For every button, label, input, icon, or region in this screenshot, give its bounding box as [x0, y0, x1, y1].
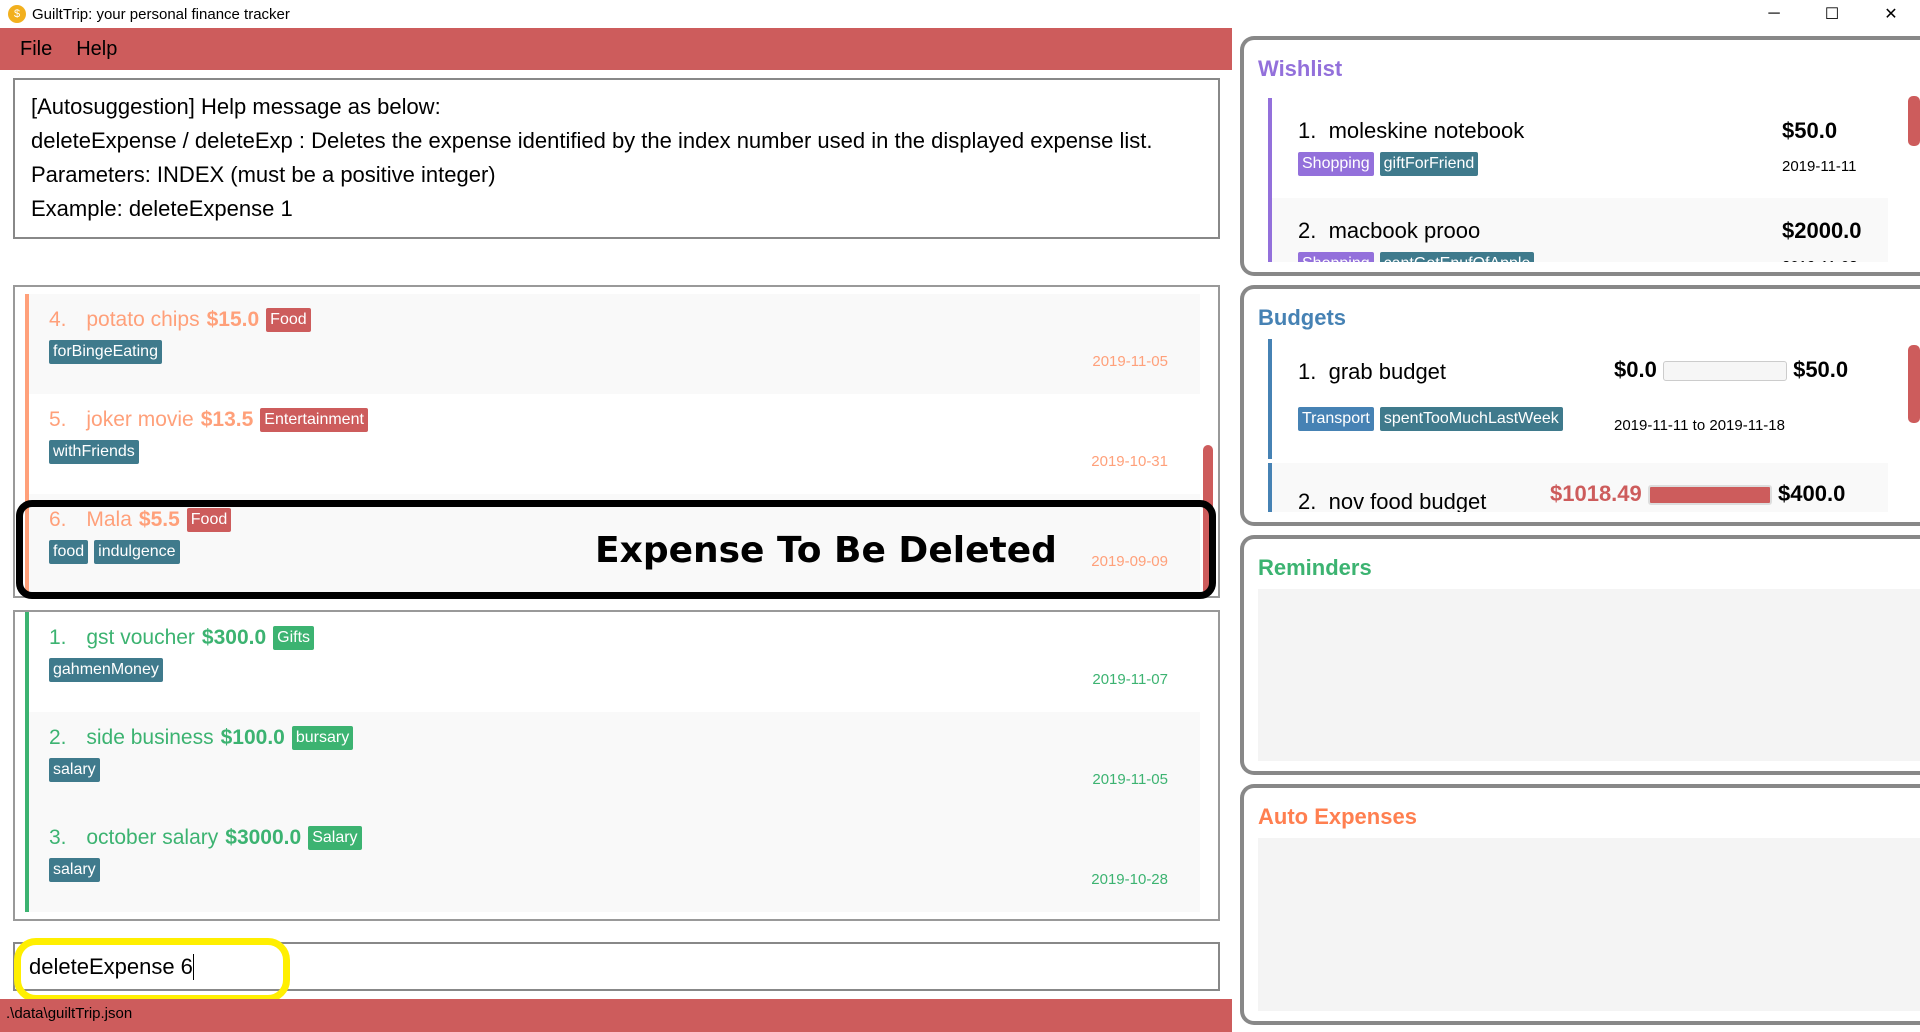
entry-amount: $3000.0 [225, 826, 302, 849]
budget-index: 1. [1298, 359, 1317, 384]
entry-amount: $100.0 [220, 726, 285, 749]
wish-category-tag: Shopping [1298, 152, 1374, 176]
entry-amount: $13.5 [200, 408, 254, 431]
income-list: 1. gst voucher $300.0 Gifts gahmenMoney 2019… [13, 610, 1220, 921]
budgets-title: Budgets [1258, 305, 1346, 330]
budget-spent: $0.0 [1614, 357, 1657, 382]
entry-tag: gahmenMoney [49, 658, 163, 682]
entry-name: october salary [86, 826, 219, 849]
close-button[interactable]: ✕ [1862, 0, 1920, 28]
wish-index: 2. [1298, 218, 1317, 243]
auto-expenses-title: Auto Expenses [1258, 804, 1417, 829]
income-row[interactable]: 1. gst voucher $300.0 Gifts gahmenMoney 2019… [25, 612, 1200, 712]
help-line: Parameters: INDEX (must be a positive in… [31, 162, 496, 187]
minimize-button[interactable]: ─ [1745, 0, 1803, 28]
budget-tag: spentTooMuchLastWeek [1379, 407, 1563, 431]
entry-name: potato chips [86, 308, 200, 331]
budget-limit: $50.0 [1793, 357, 1849, 382]
budget-item[interactable]: 2. nov food budget $1018.49 $400.0 [1268, 463, 1888, 512]
budget-name: nov food budget [1328, 489, 1487, 512]
reminders-list [1258, 589, 1920, 761]
entry-date: 2019-10-28 [1091, 871, 1168, 888]
category-tag: bursary [291, 726, 354, 750]
wishlist-panel: Wishlist 1. moleskine notebook $50.0 Shopp… [1240, 36, 1920, 276]
entry-date: 2019-11-05 [1092, 353, 1168, 370]
budget-spent: $1018.49 [1550, 481, 1642, 506]
entry-name: joker movie [86, 408, 194, 431]
help-line: deleteExpense / deleteExp : Deletes the … [31, 128, 1153, 153]
command-highlight-ring [14, 938, 290, 1002]
wishlist-item[interactable]: 1. moleskine notebook $50.0 Shopping giftFo… [1268, 98, 1888, 198]
wishlist-item[interactable]: 2. macbook prooo $2000.0 Shopping cantGetEn… [1268, 198, 1888, 262]
budget-progress-bar [1662, 361, 1787, 382]
entry-tag: salary [49, 758, 100, 782]
title-bar: $ GuiltTrip: your personal finance track… [0, 0, 1920, 28]
expense-row[interactable]: 4. potato chips $15.0 Food forBingeEating 20… [25, 294, 1200, 394]
annotation-label: Expense To Be Deleted [595, 530, 1057, 571]
expense-row[interactable]: 5. joker movie $13.5 Entertainment withFrie… [25, 394, 1200, 494]
entry-date: 2019-11-07 [1092, 671, 1168, 688]
auto-expenses-list [1258, 838, 1920, 1011]
income-row[interactable]: 2. side business $100.0 bursary salary 2019-… [25, 712, 1200, 812]
category-tag: Entertainment [260, 408, 368, 432]
wishlist-list: 1. moleskine notebook $50.0 Shopping giftFo… [1258, 90, 1920, 262]
reminders-panel: Reminders [1240, 535, 1920, 775]
wish-tag: cantGetEnufOfApple [1379, 252, 1535, 262]
entry-name: side business [86, 726, 214, 749]
budgets-panel: Budgets 1. grab budget $0.0 $50.0 Transp… [1240, 285, 1920, 526]
menu-help[interactable]: Help [76, 38, 117, 61]
budget-list: 1. grab budget $0.0 $50.0 Transport spen… [1258, 339, 1920, 512]
result-display: [Autosuggestion] Help message as below: … [13, 78, 1220, 239]
category-tag: Gifts [273, 626, 315, 650]
budget-index: 2. [1298, 489, 1317, 512]
maximize-button[interactable]: ☐ [1803, 0, 1861, 28]
reminders-title: Reminders [1258, 555, 1372, 580]
budget-progress-bar [1647, 485, 1772, 506]
income-row[interactable]: 3. october salary $3000.0 Salary salary 2019… [25, 812, 1200, 912]
entry-index: 3. [49, 826, 67, 849]
wish-name: moleskine notebook [1328, 118, 1525, 143]
window-title: GuiltTrip: your personal finance tracker [32, 5, 290, 23]
entry-index: 2. [49, 726, 67, 749]
entry-name: gst voucher [86, 626, 195, 649]
wishlist-scrollbar[interactable] [1908, 96, 1920, 146]
auto-expenses-panel: Auto Expenses [1240, 784, 1920, 1025]
entry-index: 1. [49, 626, 67, 649]
help-line: [Autosuggestion] Help message as below: [31, 94, 441, 119]
entry-amount: $15.0 [206, 308, 260, 331]
data-file-path: .\data\guiltTrip.json [6, 1005, 133, 1022]
entry-tag: salary [49, 858, 100, 882]
entry-tag: withFriends [49, 440, 139, 464]
wish-amount: $50.0 [1782, 118, 1838, 143]
budget-limit: $400.0 [1778, 481, 1846, 506]
budget-item[interactable]: 1. grab budget $0.0 $50.0 Transport spen… [1268, 339, 1888, 459]
wish-date: 2019-11-11 [1782, 158, 1857, 175]
entry-index: 4. [49, 308, 67, 331]
wish-name: macbook prooo [1328, 218, 1481, 243]
budget-period: 2019-11-11 to 2019-11-18 [1614, 417, 1785, 434]
wish-date: 2019-11-08 [1782, 258, 1858, 262]
entry-index: 5. [49, 408, 67, 431]
menu-bar: File Help [0, 28, 1232, 70]
category-tag: Salary [308, 826, 362, 850]
entry-amount: $300.0 [201, 626, 267, 649]
wish-index: 1. [1298, 118, 1317, 143]
wish-tag: giftForFriend [1379, 152, 1479, 176]
help-line: Example: deleteExpense 1 [31, 196, 293, 221]
budget-name: grab budget [1328, 359, 1447, 384]
budgets-scrollbar[interactable] [1908, 345, 1920, 423]
status-bar: .\data\guiltTrip.json [0, 999, 1232, 1032]
entry-tag: forBingeEating [49, 340, 162, 364]
entry-date: 2019-10-31 [1091, 453, 1168, 470]
wish-category-tag: Shopping [1298, 252, 1374, 262]
budget-category-tag: Transport [1298, 407, 1374, 431]
wishlist-title: Wishlist [1258, 56, 1343, 81]
app-coin-icon: $ [8, 5, 26, 23]
category-tag: Food [266, 308, 311, 332]
menu-file[interactable]: File [20, 38, 52, 61]
wish-amount: $2000.0 [1782, 218, 1862, 243]
entry-date: 2019-11-05 [1092, 771, 1168, 788]
